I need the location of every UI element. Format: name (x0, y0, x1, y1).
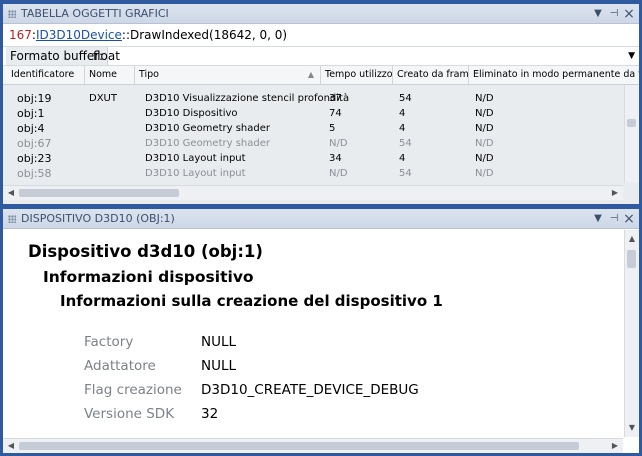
device-heading: Dispositivo d3d10 (obj:1) (28, 242, 263, 261)
object-table-titlebar[interactable]: TABELLA OGGETTI GRAFICI ▼ ⊣ × (3, 4, 639, 24)
table-row[interactable]: obj:58 D3D10 Layout input N/D 54 N/D (3, 166, 623, 181)
column-header-created[interactable]: Creato da frame (393, 66, 469, 84)
cell-id: obj:4 (17, 122, 45, 135)
object-table-title: TABELLA OGGETTI GRAFICI (21, 7, 169, 20)
cell-frame: 54 (399, 93, 412, 104)
property-value-factory: NULL (201, 334, 237, 350)
scroll-right-icon[interactable]: ▶ (609, 439, 621, 453)
cell-deleted: N/D (475, 153, 494, 164)
table-row[interactable]: obj:67 D3D10 Geometry shader N/D 54 N/D (3, 136, 623, 151)
cell-time: N/D (329, 138, 348, 149)
cell-frame: 54 (399, 138, 412, 149)
cell-deleted: N/D (475, 138, 494, 149)
cell-type: D3D10 Layout input (145, 168, 246, 179)
cell-frame: 54 (399, 168, 412, 179)
cell-type: D3D10 Layout input (145, 153, 246, 164)
scroll-left-icon[interactable]: ◀ (5, 439, 17, 453)
close-icon[interactable]: × (622, 4, 636, 24)
property-label-factory: Factory (84, 334, 134, 350)
pin-icon[interactable]: ⊣ (607, 4, 621, 24)
cell-time: 74 (329, 108, 342, 119)
property-value-adapter: NULL (201, 358, 237, 374)
call-number: 167 (9, 28, 32, 42)
property-value-sdk-version: 32 (201, 406, 219, 422)
column-header-type[interactable]: Tipo ▲ (135, 66, 321, 84)
device-panel-title: DISPOSITIVO D3D10 (OBJ:1) (21, 212, 175, 225)
column-header-type-label: Tipo (139, 69, 159, 80)
column-header-name[interactable]: Nome (85, 66, 135, 84)
draw-call-line: 167:ID3D10Device::DrawIndexed(18642, 0, … (3, 24, 639, 46)
property-label-sdk-version: Versione SDK (84, 406, 175, 422)
cell-id: obj:19 (17, 92, 52, 105)
table-row[interactable]: obj:4 D3D10 Geometry shader 5 4 N/D (3, 121, 623, 136)
cell-deleted: N/D (475, 108, 494, 119)
cell-id: obj:1 (17, 107, 45, 120)
document-vertical-scrollbar[interactable]: ▲ ▼ (624, 230, 639, 437)
d3d10-device-panel: DISPOSITIVO D3D10 (OBJ:1) ▼ ⊣ × Disposit… (3, 209, 639, 453)
table-row[interactable]: obj:1 D3D10 Dispositivo 74 4 N/D (3, 106, 623, 121)
window-menu-dropdown-icon[interactable]: ▼ (591, 4, 605, 24)
table-row[interactable]: obj:19 DXUT D3D10 Visualizzazione stencil … (3, 91, 623, 106)
drag-grip-icon[interactable] (8, 10, 16, 18)
cell-time: N/D (329, 168, 348, 179)
device-panel-titlebar[interactable]: DISPOSITIVO D3D10 (OBJ:1) ▼ ⊣ × (3, 209, 639, 229)
cell-id: obj:23 (17, 152, 52, 165)
document-horizontal-scrollbar[interactable]: ◀ ▶ (3, 438, 623, 453)
graphics-object-table-panel: TABELLA OGGETTI GRAFICI ▼ ⊣ × 167:ID3D10… (3, 4, 639, 204)
cell-time: 37 (329, 93, 342, 104)
device-info-heading: Informazioni dispositivo (43, 268, 254, 286)
call-method: ::DrawIndexed(18642, 0, 0) (121, 28, 288, 42)
property-value-creation-flags: D3D10_CREATE_DEVICE_DEBUG (201, 382, 419, 398)
table-header: Identificatore Nome Tipo ▲ Tempo utilizzo… (3, 66, 639, 85)
cell-type: D3D10 Dispositivo (145, 108, 238, 119)
cell-type: D3D10 Geometry shader (145, 138, 270, 149)
document-horizontal-scroll-thumb[interactable] (19, 442, 579, 450)
scroll-down-icon[interactable]: ▼ (626, 421, 638, 435)
table-horizontal-scroll-thumb[interactable] (19, 189, 179, 197)
scroll-right-icon[interactable]: ▶ (609, 186, 621, 200)
cell-frame: 4 (399, 123, 406, 134)
cell-time: 5 (329, 123, 336, 134)
column-header-deleted[interactable]: Eliminato in modo permanente da fr... (469, 66, 639, 84)
buffer-format-dropdown-icon[interactable]: ▼ (628, 47, 635, 65)
buffer-format-row: Formato buffer: float ▼ (3, 46, 639, 66)
document-vertical-scroll-thumb[interactable] (627, 250, 636, 268)
cell-frame: 4 (399, 108, 406, 119)
cell-id: obj:67 (17, 137, 52, 150)
interface-link[interactable]: ID3D10Device (36, 28, 122, 42)
table-vertical-scroll-thumb[interactable] (627, 119, 636, 127)
creation-info-heading: Informazioni sulla creazione del disposi… (60, 292, 443, 310)
window-menu-dropdown-icon[interactable]: ▼ (591, 209, 605, 229)
sort-up-icon: ▲ (307, 70, 314, 79)
buffer-format-select[interactable]: float (93, 47, 120, 65)
object-table-body: obj:19 DXUT D3D10 Visualizzazione stencil … (3, 85, 639, 183)
cell-id: obj:58 (17, 167, 52, 180)
scroll-left-icon[interactable]: ◀ (5, 186, 17, 200)
drag-grip-icon[interactable] (8, 215, 16, 223)
cell-deleted: N/D (475, 168, 494, 179)
cell-frame: 4 (399, 153, 406, 164)
table-vertical-scrollbar[interactable] (624, 85, 639, 183)
table-row[interactable]: obj:23 D3D10 Layout input 34 4 N/D (3, 151, 623, 166)
property-label-adapter: Adattatore (84, 358, 156, 374)
cell-name: DXUT (89, 93, 117, 104)
table-horizontal-scrollbar[interactable]: ◀ ▶ (3, 185, 623, 200)
column-header-id[interactable]: Identificatore (7, 66, 85, 84)
cell-type: D3D10 Visualizzazione stencil profondità (145, 93, 350, 104)
column-header-time[interactable]: Tempo utilizzo (321, 66, 393, 84)
property-label-creation-flags: Flag creazione (84, 382, 182, 398)
device-details-document: Dispositivo d3d10 (obj:1) Informazioni d… (3, 230, 623, 437)
cell-type: D3D10 Geometry shader (145, 123, 270, 134)
close-icon[interactable]: × (622, 209, 636, 229)
cell-time: 34 (329, 153, 342, 164)
pin-icon[interactable]: ⊣ (607, 209, 621, 229)
cell-deleted: N/D (475, 93, 494, 104)
scroll-up-icon[interactable]: ▲ (626, 232, 638, 246)
cell-deleted: N/D (475, 123, 494, 134)
